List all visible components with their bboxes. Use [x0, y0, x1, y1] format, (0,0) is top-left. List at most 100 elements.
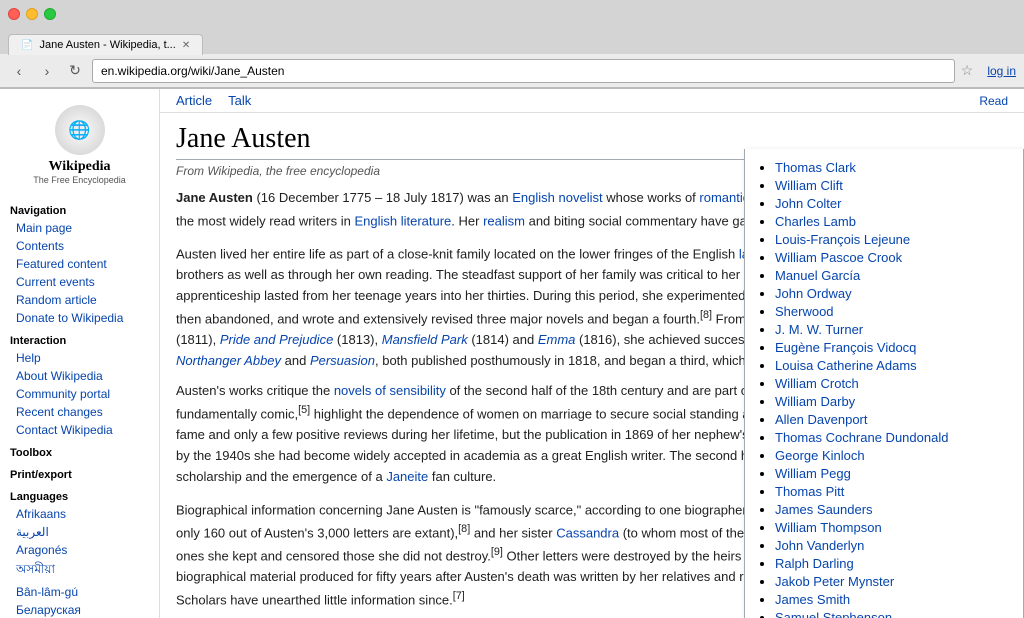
traffic-lights: [8, 8, 56, 20]
link-english-literature[interactable]: English literature: [354, 213, 451, 228]
nav-heading: Navigation: [0, 201, 159, 219]
link-emma[interactable]: Emma: [538, 332, 576, 347]
dropdown-link-john-colter[interactable]: John Colter: [775, 196, 841, 211]
sidebar-print-section: Print/export: [0, 465, 159, 483]
dropdown-link-william-crook[interactable]: William Pascoe Crook: [775, 250, 902, 265]
link-realism[interactable]: realism: [483, 213, 525, 228]
dropdown-link-louis-lejeune[interactable]: Louis-François Lejeune: [775, 232, 910, 247]
sidebar-lang-aragones[interactable]: Aragonés: [0, 541, 159, 559]
sidebar-item-main-page[interactable]: Main page: [0, 219, 159, 237]
link-mansfield-park[interactable]: Mansfield Park: [382, 332, 468, 347]
address-input[interactable]: [92, 59, 955, 83]
dropdown-link-vidocq[interactable]: Eugène François Vidocq: [775, 340, 916, 355]
sidebar-item-donate[interactable]: Donate to Wikipedia: [0, 309, 159, 327]
bookmark-icon[interactable]: ☆: [961, 62, 974, 79]
close-button[interactable]: [8, 8, 20, 20]
dropdown-link-william-darby[interactable]: William Darby: [775, 394, 855, 409]
sidebar-item-contact[interactable]: Contact Wikipedia: [0, 421, 159, 439]
dropdown-link-william-crotch[interactable]: William Crotch: [775, 376, 859, 391]
minimize-button[interactable]: [26, 8, 38, 20]
back-button[interactable]: ‹: [8, 60, 30, 82]
tab-article[interactable]: Article: [176, 93, 212, 108]
link-janeite[interactable]: Janeite: [386, 469, 428, 484]
list-item: Louis-François Lejeune: [775, 232, 1011, 247]
link-pride-prejudice[interactable]: Pride and Prejudice: [220, 332, 333, 347]
dropdown-link-dundonald[interactable]: Thomas Cochrane Dundonald: [775, 430, 948, 445]
wiki-logo: 🌐 Wikipedia The Free Encyclopedia: [0, 97, 159, 193]
link-english-novelist[interactable]: English novelist: [512, 190, 602, 205]
dropdown-link-manuel-garcia[interactable]: Manuel García: [775, 268, 860, 283]
list-item: Charles Lamb: [775, 214, 1011, 229]
dropdown-link-william-pegg[interactable]: William Pegg: [775, 466, 851, 481]
list-item: Thomas Cochrane Dundonald: [775, 430, 1011, 445]
dropdown-link-jakob-mynster[interactable]: Jakob Peter Mynster: [775, 574, 894, 589]
dropdown-list: Thomas Clark William Clift John Colter C…: [757, 160, 1011, 618]
sidebar-languages-section: Languages Afrikaans العربية Aragonés অসম…: [0, 487, 159, 618]
wiki-subtitle: The Free Encyclopedia: [33, 175, 126, 185]
sidebar-lang-assamese[interactable]: অসমীয়া: [0, 559, 159, 583]
sidebar-interaction-section: Interaction Help About Wikipedia Communi…: [0, 331, 159, 439]
link-persuasion[interactable]: Persuasion: [310, 353, 375, 368]
main-content: Article Talk Read Jane Austen From Wikip…: [160, 89, 1024, 618]
read-tab: Read: [979, 94, 1008, 108]
dropdown-link-john-vanderlyn[interactable]: John Vanderlyn: [775, 538, 864, 553]
sidebar-nav-section: Navigation Main page Contents Featured c…: [0, 201, 159, 327]
sidebar-item-community[interactable]: Community portal: [0, 385, 159, 403]
list-item: William Clift: [775, 178, 1011, 193]
sidebar-item-recent-changes[interactable]: Recent changes: [0, 403, 159, 421]
interaction-heading: Interaction: [0, 331, 159, 349]
forward-button[interactable]: ›: [36, 60, 58, 82]
list-item: Eugène François Vidocq: [775, 340, 1011, 355]
list-item: Louisa Catherine Adams: [775, 358, 1011, 373]
sidebar: 🌐 Wikipedia The Free Encyclopedia Naviga…: [0, 89, 160, 618]
tab-bar: 📄 Jane Austen - Wikipedia, t... ✕: [0, 28, 1024, 54]
dropdown-link-thomas-pitt[interactable]: Thomas Pitt: [775, 484, 844, 499]
sidebar-item-contents[interactable]: Contents: [0, 237, 159, 255]
list-item: Allen Davenport: [775, 412, 1011, 427]
sidebar-lang-belarusian[interactable]: Беларуская: [0, 601, 159, 618]
sidebar-item-current-events[interactable]: Current events: [0, 273, 159, 291]
dropdown-link-john-ordway[interactable]: John Ordway: [775, 286, 852, 301]
dropdown-link-george-kinloch[interactable]: George Kinloch: [775, 448, 865, 463]
list-item: William Pascoe Crook: [775, 250, 1011, 265]
dropdown-link-allen-davenport[interactable]: Allen Davenport: [775, 412, 868, 427]
address-bar-row: ‹ › ↻ ☆ log in: [0, 54, 1024, 88]
content-tabs: Article Talk: [176, 93, 251, 108]
sidebar-item-random[interactable]: Random article: [0, 291, 159, 309]
sidebar-lang-arabic[interactable]: العربية: [0, 523, 159, 541]
list-item: J. M. W. Turner: [775, 322, 1011, 337]
link-novels-sensibility[interactable]: novels of sensibility: [334, 383, 446, 398]
login-link[interactable]: log in: [987, 64, 1016, 78]
reload-button[interactable]: ↻: [64, 60, 86, 82]
browser-tab[interactable]: 📄 Jane Austen - Wikipedia, t... ✕: [8, 34, 203, 55]
sidebar-item-featured[interactable]: Featured content: [0, 255, 159, 273]
tab-close-icon[interactable]: ✕: [182, 40, 190, 51]
dropdown-link-louisa-adams[interactable]: Louisa Catherine Adams: [775, 358, 917, 373]
tab-favicon-icon: 📄: [21, 40, 33, 51]
link-northanger-abbey[interactable]: Northanger Abbey: [176, 353, 281, 368]
dropdown-link-william-clift[interactable]: William Clift: [775, 178, 843, 193]
sidebar-item-about[interactable]: About Wikipedia: [0, 367, 159, 385]
sidebar-lang-afrikaans[interactable]: Afrikaans: [0, 505, 159, 523]
list-item: John Vanderlyn: [775, 538, 1011, 553]
list-item: William Pegg: [775, 466, 1011, 481]
sidebar-lang-banlam[interactable]: Bân-lâm-gú: [0, 583, 159, 601]
dropdown-link-james-saunders[interactable]: James Saunders: [775, 502, 873, 517]
list-item: Thomas Clark: [775, 160, 1011, 175]
dropdown-link-ralph-darling[interactable]: Ralph Darling: [775, 556, 854, 571]
content-header: Article Talk Read: [160, 89, 1024, 113]
link-cassandra[interactable]: Cassandra: [556, 525, 619, 540]
dropdown-link-sherwood[interactable]: Sherwood: [775, 304, 834, 319]
dropdown-link-james-smith[interactable]: James Smith: [775, 592, 850, 607]
list-item: Jakob Peter Mynster: [775, 574, 1011, 589]
dropdown-link-william-thompson[interactable]: William Thompson: [775, 520, 882, 535]
tab-talk[interactable]: Talk: [228, 93, 251, 108]
dropdown-link-turner[interactable]: J. M. W. Turner: [775, 322, 863, 337]
maximize-button[interactable]: [44, 8, 56, 20]
toolbox-heading: Toolbox: [0, 443, 159, 461]
dropdown-link-charles-lamb[interactable]: Charles Lamb: [775, 214, 856, 229]
dropdown-link-thomas-clark[interactable]: Thomas Clark: [775, 160, 856, 175]
list-item: Thomas Pitt: [775, 484, 1011, 499]
sidebar-item-help[interactable]: Help: [0, 349, 159, 367]
list-item: Manuel García: [775, 268, 1011, 283]
